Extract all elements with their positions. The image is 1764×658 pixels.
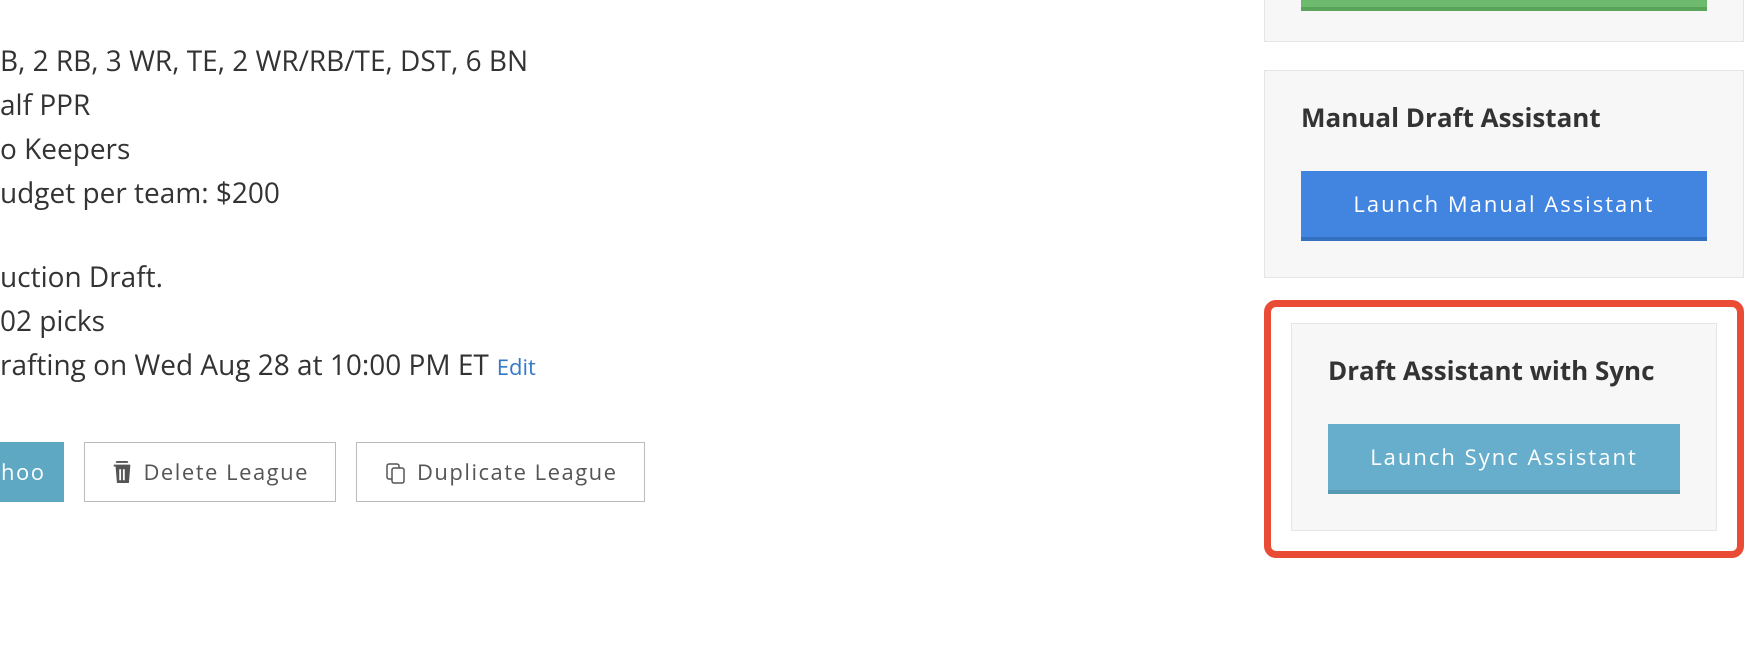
delete-league-label: Delete League (143, 457, 309, 487)
yahoo-button[interactable]: hoo (0, 442, 64, 502)
duplicate-league-button[interactable]: Duplicate League (356, 442, 645, 502)
delete-league-button[interactable]: Delete League (84, 442, 336, 502)
launch-manual-assistant-button[interactable]: Launch Manual Assistant (1301, 171, 1707, 241)
duplicate-league-label: Duplicate League (417, 457, 618, 487)
league-info-block: B, 2 RB, 3 WR, TE, 2 WR/RB/TE, DST, 6 BN… (0, 40, 900, 386)
scoring-text: alf PPR (0, 84, 900, 126)
roster-text: B, 2 RB, 3 WR, TE, 2 WR/RB/TE, DST, 6 BN (0, 40, 900, 82)
sidebar: Start a Mock Draft Manual Draft Assistan… (1264, 0, 1744, 558)
action-button-row: hoo Delete League Duplicate League (0, 442, 900, 502)
launch-sync-assistant-button[interactable]: Launch Sync Assistant (1328, 424, 1680, 494)
sync-assistant-panel: Draft Assistant with Sync Launch Sync As… (1291, 323, 1717, 531)
start-mock-draft-button[interactable]: Start a Mock Draft (1301, 0, 1707, 11)
keepers-text: o Keepers (0, 128, 900, 170)
draft-time-text: rafting on Wed Aug 28 at 10:00 PM ET (0, 344, 489, 386)
sync-highlight-box: Draft Assistant with Sync Launch Sync As… (1264, 300, 1744, 558)
mock-draft-panel: Start a Mock Draft (1264, 0, 1744, 42)
budget-text: udget per team: $200 (0, 172, 900, 214)
draft-type-text: uction Draft. (0, 256, 900, 298)
edit-draft-time-link[interactable]: Edit (497, 351, 536, 384)
manual-assistant-panel: Manual Draft Assistant Launch Manual Ass… (1264, 70, 1744, 278)
league-details: B, 2 RB, 3 WR, TE, 2 WR/RB/TE, DST, 6 BN… (0, 40, 900, 502)
manual-assistant-heading: Manual Draft Assistant (1301, 99, 1707, 135)
yahoo-button-label: hoo (1, 457, 45, 487)
sync-assistant-heading: Draft Assistant with Sync (1328, 352, 1680, 388)
trash-icon (111, 459, 133, 485)
duplicate-icon (383, 460, 407, 484)
picks-text: 02 picks (0, 300, 900, 342)
